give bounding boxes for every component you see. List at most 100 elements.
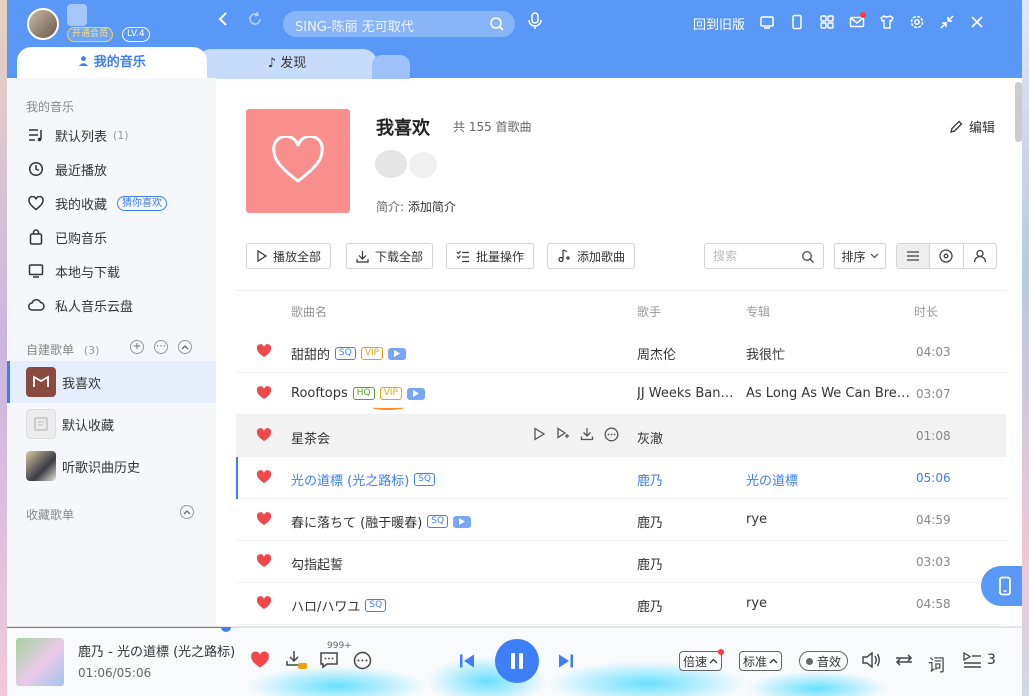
- song-artist[interactable]: 鹿乃: [637, 554, 663, 573]
- minimize-icon[interactable]: [937, 11, 957, 33]
- playlist-search-input[interactable]: [713, 245, 803, 267]
- back-icon[interactable]: [217, 11, 229, 32]
- like-icon[interactable]: [250, 651, 270, 673]
- table-row[interactable]: 星茶会 灰澈 01:08: [236, 415, 1006, 457]
- download-icon[interactable]: [580, 427, 594, 446]
- table-row[interactable]: 甜甜的 SQ VIP 周杰伦 我很忙 04:03: [236, 331, 1006, 373]
- table-row-playing[interactable]: 光の道標 (光之路标) SQ 鹿乃 光の道標 05:06: [236, 457, 1006, 499]
- table-row[interactable]: 春に落ちて (融于暖春) SQ 鹿乃 rye 04:59: [236, 499, 1006, 541]
- sidebar-item-favorites[interactable]: 我的收藏 猜你喜欢: [7, 186, 216, 220]
- download-all-button[interactable]: 下载全部: [346, 243, 434, 269]
- guess-you-like-badge[interactable]: 猜你喜欢: [117, 195, 168, 211]
- collapse-icon[interactable]: [180, 505, 194, 519]
- column-header-name[interactable]: 歌曲名: [291, 303, 327, 320]
- collapse-icon[interactable]: [178, 340, 192, 354]
- level-badge[interactable]: LV.4: [122, 27, 150, 42]
- refresh-icon[interactable]: [247, 11, 263, 31]
- song-artist[interactable]: 灰澈: [637, 428, 663, 447]
- more-icon[interactable]: [604, 427, 619, 446]
- mv-icon[interactable]: [406, 387, 425, 400]
- phone-connect-button[interactable]: [981, 566, 1022, 606]
- skin-icon[interactable]: [877, 11, 897, 33]
- play-icon[interactable]: [532, 427, 546, 446]
- old-version-link[interactable]: 回到旧版: [693, 14, 745, 33]
- song-album[interactable]: As Long As We Can Brea...: [746, 386, 911, 401]
- column-header-album[interactable]: 专辑: [746, 303, 770, 320]
- previous-icon[interactable]: [459, 653, 475, 673]
- tab-more[interactable]: [372, 55, 410, 79]
- phone-mode-icon[interactable]: [787, 11, 807, 33]
- mini-mode-icon[interactable]: [757, 11, 777, 33]
- playlist-intro[interactable]: 简介: 添加简介: [376, 198, 456, 215]
- add-playlist-icon[interactable]: +: [130, 340, 144, 354]
- column-header-duration[interactable]: 时长: [914, 303, 938, 320]
- artist-view-button[interactable]: [964, 244, 996, 268]
- tab-discover[interactable]: ♪ 发现: [197, 49, 377, 79]
- close-icon[interactable]: [967, 11, 987, 33]
- song-album[interactable]: rye: [746, 512, 767, 527]
- table-row[interactable]: ハロ/ハワユ SQ 鹿乃 rye 04:58: [236, 583, 1006, 625]
- liked-heart-icon[interactable]: [256, 344, 272, 362]
- comment-icon[interactable]: [319, 651, 339, 673]
- sidebar-playlist-liked[interactable]: 我喜欢: [7, 361, 216, 403]
- song-artist[interactable]: JJ Weeks Band...: [637, 386, 739, 401]
- playlist-search[interactable]: [704, 243, 824, 269]
- mv-icon[interactable]: [388, 347, 407, 360]
- member-badge[interactable]: 开通会员: [67, 27, 114, 42]
- search-icon[interactable]: [801, 250, 815, 268]
- voice-search-icon[interactable]: [527, 12, 543, 34]
- edit-button[interactable]: 编辑: [949, 117, 995, 136]
- lyrics-icon[interactable]: 词: [928, 651, 945, 676]
- more-icon[interactable]: ⋯: [154, 340, 168, 354]
- liked-heart-icon[interactable]: [256, 386, 272, 404]
- liked-heart-icon[interactable]: [256, 596, 272, 614]
- sidebar-item-cloud[interactable]: 私人音乐云盘: [7, 288, 216, 322]
- apps-icon[interactable]: [817, 11, 837, 33]
- liked-heart-icon[interactable]: [256, 554, 272, 572]
- album-view-button[interactable]: [930, 244, 964, 268]
- sidebar-playlist-default[interactable]: 默认收藏: [7, 403, 216, 445]
- sidebar-playlist-recognition[interactable]: 听歌识曲历史: [7, 445, 216, 487]
- sidebar-item-local[interactable]: 本地与下载: [7, 254, 216, 288]
- now-playing-title[interactable]: 鹿乃 - 光の道標 (光之路标): [78, 641, 235, 660]
- sidebar-item-recent[interactable]: 最近播放: [7, 152, 216, 186]
- now-playing-cover[interactable]: [16, 638, 64, 686]
- mv-icon[interactable]: [453, 515, 472, 528]
- progress-handle[interactable]: [221, 627, 232, 632]
- table-row[interactable]: 勾指起誓 鹿乃 03:03: [236, 541, 1006, 583]
- song-artist[interactable]: 鹿乃: [637, 596, 663, 615]
- more-icon[interactable]: [353, 651, 372, 674]
- creator-avatar[interactable]: [375, 150, 407, 178]
- song-album[interactable]: rye: [746, 596, 767, 611]
- settings-icon[interactable]: [907, 11, 927, 33]
- song-artist[interactable]: 周杰伦: [637, 344, 676, 363]
- song-artist[interactable]: 鹿乃: [637, 512, 663, 531]
- sidebar-item-purchased[interactable]: 已购音乐: [7, 220, 216, 254]
- column-header-artist[interactable]: 歌手: [637, 303, 661, 320]
- liked-heart-icon[interactable]: [256, 512, 272, 530]
- play-all-button[interactable]: 播放全部: [246, 243, 332, 269]
- add-song-button[interactable]: 添加歌曲: [547, 243, 636, 269]
- liked-heart-icon[interactable]: [256, 470, 272, 488]
- next-icon[interactable]: [558, 653, 574, 673]
- speed-button[interactable]: 倍速: [679, 649, 725, 671]
- avatar[interactable]: [27, 8, 59, 40]
- sort-button[interactable]: 排序: [834, 243, 886, 269]
- batch-operation-button[interactable]: 批量操作: [446, 243, 535, 269]
- repeat-icon[interactable]: [894, 652, 914, 672]
- song-album[interactable]: 我很忙: [746, 344, 785, 363]
- sound-effect-button[interactable]: 音效: [799, 651, 849, 671]
- table-row[interactable]: Rooftops HQ VIP JJ Weeks Band... As Long…: [236, 373, 1006, 415]
- quality-button[interactable]: 标准: [739, 651, 783, 671]
- song-album[interactable]: 光の道標: [746, 470, 798, 489]
- song-artist[interactable]: 鹿乃: [637, 470, 663, 489]
- mail-icon[interactable]: [847, 11, 867, 33]
- search-input[interactable]: SING-陈丽 无可取代: [283, 11, 515, 37]
- pause-button[interactable]: [495, 639, 539, 683]
- volume-icon[interactable]: [861, 651, 881, 673]
- queue-icon[interactable]: [962, 651, 982, 673]
- sidebar-item-default-list[interactable]: 默认列表 (1): [7, 118, 216, 152]
- scrollbar[interactable]: [1015, 82, 1022, 142]
- search-icon[interactable]: [489, 16, 505, 36]
- play-next-icon[interactable]: [556, 427, 570, 446]
